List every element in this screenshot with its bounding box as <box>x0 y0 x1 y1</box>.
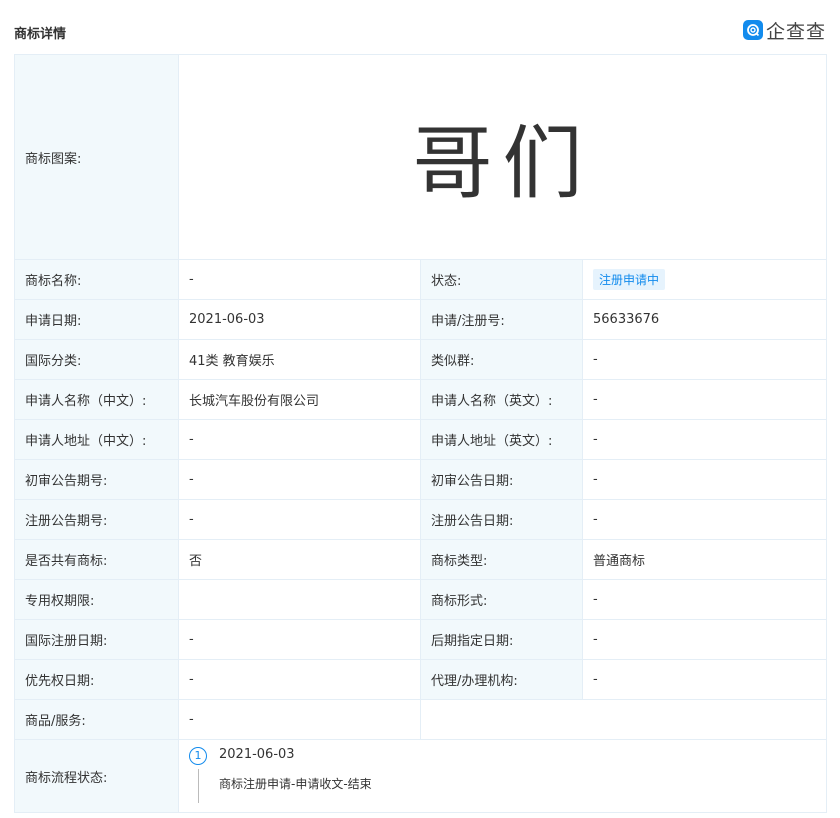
flow-timeline: 1 2021-06-03 商标注册申请-申请收文-结束 <box>178 739 827 813</box>
header: 商标详情 企查查 <box>0 0 840 54</box>
field-label: 代理/办理机构: <box>420 659 583 700</box>
table-row: 初审公告期号: - 初审公告日期: - <box>14 459 827 500</box>
field-label: 申请/注册号: <box>420 299 583 340</box>
field-value: - <box>582 379 827 420</box>
table-row: 国际分类: 41类 教育娱乐 类似群: - <box>14 339 827 380</box>
timeline-line <box>198 769 199 803</box>
field-value <box>178 579 421 620</box>
table-row: 商标名称: - 状态: 注册申请中 <box>14 259 827 300</box>
table-row: 是否共有商标: 否商标类型: 普通商标 <box>14 539 827 580</box>
brand-name: 企查查 <box>765 20 826 43</box>
field-label: 商标名称: <box>14 259 179 300</box>
applicant-link[interactable]: 长城汽车股份有限公司 <box>178 379 421 420</box>
field-value: - <box>582 619 827 660</box>
field-label: 初审公告日期: <box>420 459 583 500</box>
status-badge: 注册申请中 <box>593 269 666 290</box>
field-label: 申请日期: <box>14 299 179 340</box>
table-row: 申请人地址（中文）: - 申请人地址（英文）: - <box>14 419 827 460</box>
table-row: 申请日期: 2021-06-03 申请/注册号: 56633676 <box>14 299 827 340</box>
field-value: - <box>582 579 827 620</box>
step-date: 2021-06-03 <box>219 747 295 762</box>
step-number: 1 <box>189 747 207 765</box>
field-label: 初审公告期号: <box>14 459 179 500</box>
table-row: 优先权日期: - 代理/办理机构: - <box>14 659 827 700</box>
flow-label: 商标流程状态: <box>14 739 179 813</box>
field-value: - <box>178 659 421 700</box>
field-label: 商标形式: <box>420 579 583 620</box>
brand-logo[interactable]: 企查查 <box>742 18 826 43</box>
field-label: 注册公告期号: <box>14 499 179 540</box>
field-label: 国际分类: <box>14 339 179 380</box>
field-label: 国际注册日期: <box>14 619 179 660</box>
goods-value: - <box>178 699 421 740</box>
trademark-detail-page: 商标详情 企查查 商标图案: 哥们 商标名称: - 状态: 注册申请中 申请日期: 202… <box>0 0 840 818</box>
field-label: 申请人地址（中文）: <box>14 419 179 460</box>
field-value: - <box>178 259 421 300</box>
field-label: 申请人名称（中文）: <box>14 379 179 420</box>
table-row: 专用权期限: 商标形式: - <box>14 579 827 620</box>
field-value: 普通商标 <box>582 539 827 580</box>
field-value: 56633676 <box>582 299 827 340</box>
page-title: 商标详情 <box>14 27 67 42</box>
empty-cell <box>420 699 827 740</box>
field-value: - <box>582 339 827 380</box>
field-value: - <box>178 499 421 540</box>
trademark-image: 哥们 <box>178 54 827 260</box>
field-label: 是否共有商标: <box>14 539 179 580</box>
field-label: 申请人地址（英文）: <box>420 419 583 460</box>
field-value: - <box>582 459 827 500</box>
field-label: 类似群: <box>420 339 583 380</box>
qcc-logo-icon <box>742 20 763 40</box>
step-description: 商标注册申请-申请收文-结束 <box>219 777 372 791</box>
field-value: 注册申请中 <box>582 259 827 300</box>
field-value: 41类 教育娱乐 <box>178 339 421 380</box>
table-row: 注册公告期号: - 注册公告日期: - <box>14 499 827 540</box>
field-label: 注册公告日期: <box>420 499 583 540</box>
field-value: - <box>582 659 827 700</box>
field-value: - <box>582 419 827 460</box>
goods-row: 商品/服务: - <box>14 699 827 740</box>
logo-row: 商标图案: 哥们 <box>14 54 827 260</box>
field-label: 状态: <box>420 259 583 300</box>
field-label: 优先权日期: <box>14 659 179 700</box>
trademark-table: 商标图案: 哥们 商标名称: - 状态: 注册申请中 申请日期: 2021-06-03 申请… <box>14 54 827 813</box>
table-row: 国际注册日期: - 后期指定日期: - <box>14 619 827 660</box>
field-value: - <box>178 619 421 660</box>
field-value: - <box>582 499 827 540</box>
field-value: - <box>178 459 421 500</box>
logo-label: 商标图案: <box>14 54 179 260</box>
field-label: 商标类型: <box>420 539 583 580</box>
field-value: - <box>178 419 421 460</box>
goods-label: 商品/服务: <box>14 699 179 740</box>
table-row: 申请人名称（中文）: 长城汽车股份有限公司 申请人名称（英文）: - <box>14 379 827 420</box>
field-value: 否 <box>178 539 421 580</box>
field-value: 2021-06-03 <box>178 299 421 340</box>
flow-row: 商标流程状态: 1 2021-06-03 商标注册申请-申请收文-结束 <box>14 739 827 813</box>
flow-step: 1 2021-06-03 商标注册申请-申请收文-结束 <box>189 747 816 805</box>
field-label: 申请人名称（英文）: <box>420 379 583 420</box>
field-label: 专用权期限: <box>14 579 179 620</box>
field-label: 后期指定日期: <box>420 619 583 660</box>
